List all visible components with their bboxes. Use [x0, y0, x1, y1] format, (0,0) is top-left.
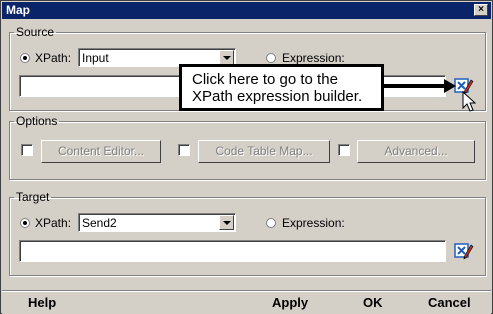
callout-line-2: XPath expression builder.	[192, 88, 363, 105]
chevron-down-icon[interactable]	[219, 215, 234, 230]
apply-button[interactable]: Apply	[272, 295, 308, 310]
chevron-down-icon[interactable]	[219, 50, 234, 65]
source-xpath-radio[interactable]	[20, 53, 30, 63]
title-bar[interactable]: Map ×	[2, 2, 491, 19]
target-group: Target	[9, 190, 486, 276]
cancel-button[interactable]: Cancel	[428, 295, 471, 310]
mouse-pointer-icon	[462, 91, 476, 112]
source-expression-label: Expression:	[282, 51, 345, 65]
content-editor-checkbox[interactable]	[21, 144, 33, 156]
target-xpath-select[interactable]: Send2	[78, 213, 236, 232]
advanced-checkbox[interactable]	[338, 144, 350, 156]
xpath-builder-icon[interactable]	[454, 241, 474, 261]
ok-button[interactable]: OK	[363, 295, 383, 310]
source-expression-radio[interactable]	[266, 53, 276, 63]
target-expression-radio[interactable]	[266, 218, 276, 228]
callout-box: Click here to go to the XPath expression…	[179, 64, 384, 111]
options-legend: Options	[16, 114, 58, 128]
target-legend: Target	[16, 190, 50, 204]
code-table-map-button[interactable]: Code Table Map...	[198, 140, 330, 163]
button-bar: Help Apply OK Cancel	[2, 290, 491, 314]
target-xpath-radio[interactable]	[20, 218, 30, 228]
source-legend: Source	[16, 25, 55, 39]
target-xpath-value: Send2	[82, 216, 117, 230]
close-button[interactable]: ×	[474, 4, 488, 16]
target-xpath-label: XPath:	[35, 216, 72, 230]
callout-line-1: Click here to go to the	[192, 71, 338, 88]
code-table-map-checkbox[interactable]	[178, 144, 190, 156]
advanced-button[interactable]: Advanced...	[357, 140, 475, 163]
callout-arrow-head	[444, 79, 456, 93]
source-xpath-value: Input	[82, 51, 109, 65]
close-icon: ×	[478, 4, 484, 15]
help-button[interactable]: Help	[28, 295, 56, 310]
callout-arrow	[384, 84, 446, 88]
window-title: Map	[6, 3, 30, 17]
content-editor-button[interactable]: Content Editor...	[41, 140, 161, 163]
target-expression-label: Expression:	[282, 216, 345, 230]
source-xpath-label: XPath:	[35, 51, 72, 65]
map-dialog: Map × Source XPath: Input Expression: Cl…	[0, 0, 493, 314]
target-expression-field[interactable]	[19, 240, 446, 262]
